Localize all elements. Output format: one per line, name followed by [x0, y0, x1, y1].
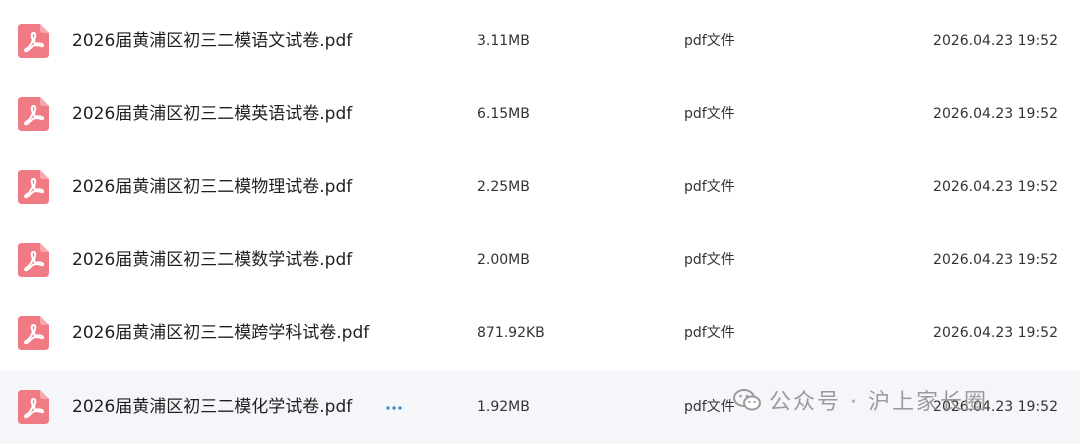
- pdf-file-icon: [18, 243, 49, 277]
- file-name[interactable]: 2026届黄浦区初三二模数学试卷.pdf: [72, 224, 352, 297]
- file-name[interactable]: 2026届黄浦区初三二模语文试卷.pdf: [72, 5, 352, 78]
- file-type: pdf文件: [684, 33, 735, 49]
- file-row[interactable]: 2026届黄浦区初三二模物理试卷.pdf 2.25MB pdf文件 2026.0…: [0, 151, 1080, 224]
- file-row[interactable]: 2026届黄浦区初三二模化学试卷.pdf 1.92MB pdf文件 2026.0…: [0, 371, 1080, 444]
- pdf-file-icon: [18, 97, 49, 131]
- pdf-file-icon: [18, 316, 49, 350]
- file-type: pdf文件: [684, 325, 735, 341]
- file-row[interactable]: 2026届黄浦区初三二模数学试卷.pdf 2.00MB pdf文件 2026.0…: [0, 224, 1080, 297]
- file-size: 1.92MB: [477, 399, 530, 415]
- file-modified-time: 2026.04.23 19:52: [933, 106, 1058, 122]
- file-modified-time: 2026.04.23 19:52: [933, 399, 1058, 415]
- file-type: pdf文件: [684, 179, 735, 195]
- file-name[interactable]: 2026届黄浦区初三二模英语试卷.pdf: [72, 78, 352, 151]
- file-row[interactable]: 2026届黄浦区初三二模英语试卷.pdf 6.15MB pdf文件 2026.0…: [0, 78, 1080, 151]
- file-modified-time: 2026.04.23 19:52: [933, 252, 1058, 268]
- file-size: 3.11MB: [477, 33, 530, 49]
- file-row[interactable]: 2026届黄浦区初三二模跨学科试卷.pdf 871.92KB pdf文件 202…: [0, 297, 1080, 370]
- file-modified-time: 2026.04.23 19:52: [933, 33, 1058, 49]
- file-size: 2.25MB: [477, 179, 530, 195]
- file-type: pdf文件: [684, 399, 735, 415]
- file-name[interactable]: 2026届黄浦区初三二模物理试卷.pdf: [72, 151, 352, 224]
- file-size: 6.15MB: [477, 106, 530, 122]
- pdf-file-icon: [18, 170, 49, 204]
- file-row[interactable]: 2026届黄浦区初三二模语文试卷.pdf 3.11MB pdf文件 2026.0…: [0, 5, 1080, 78]
- file-modified-time: 2026.04.23 19:52: [933, 325, 1058, 341]
- file-type: pdf文件: [684, 106, 735, 122]
- file-name[interactable]: 2026届黄浦区初三二模化学试卷.pdf: [72, 371, 352, 444]
- file-size: 871.92KB: [477, 325, 545, 341]
- file-type: pdf文件: [684, 252, 735, 268]
- file-modified-time: 2026.04.23 19:52: [933, 179, 1058, 195]
- pdf-file-icon: [18, 24, 49, 58]
- ellipsis-icon[interactable]: [383, 401, 405, 415]
- file-size: 2.00MB: [477, 252, 530, 268]
- pdf-file-icon: [18, 390, 49, 424]
- file-list: 2026届黄浦区初三二模语文试卷.pdf 3.11MB pdf文件 2026.0…: [0, 0, 1080, 444]
- file-name[interactable]: 2026届黄浦区初三二模跨学科试卷.pdf: [72, 297, 369, 370]
